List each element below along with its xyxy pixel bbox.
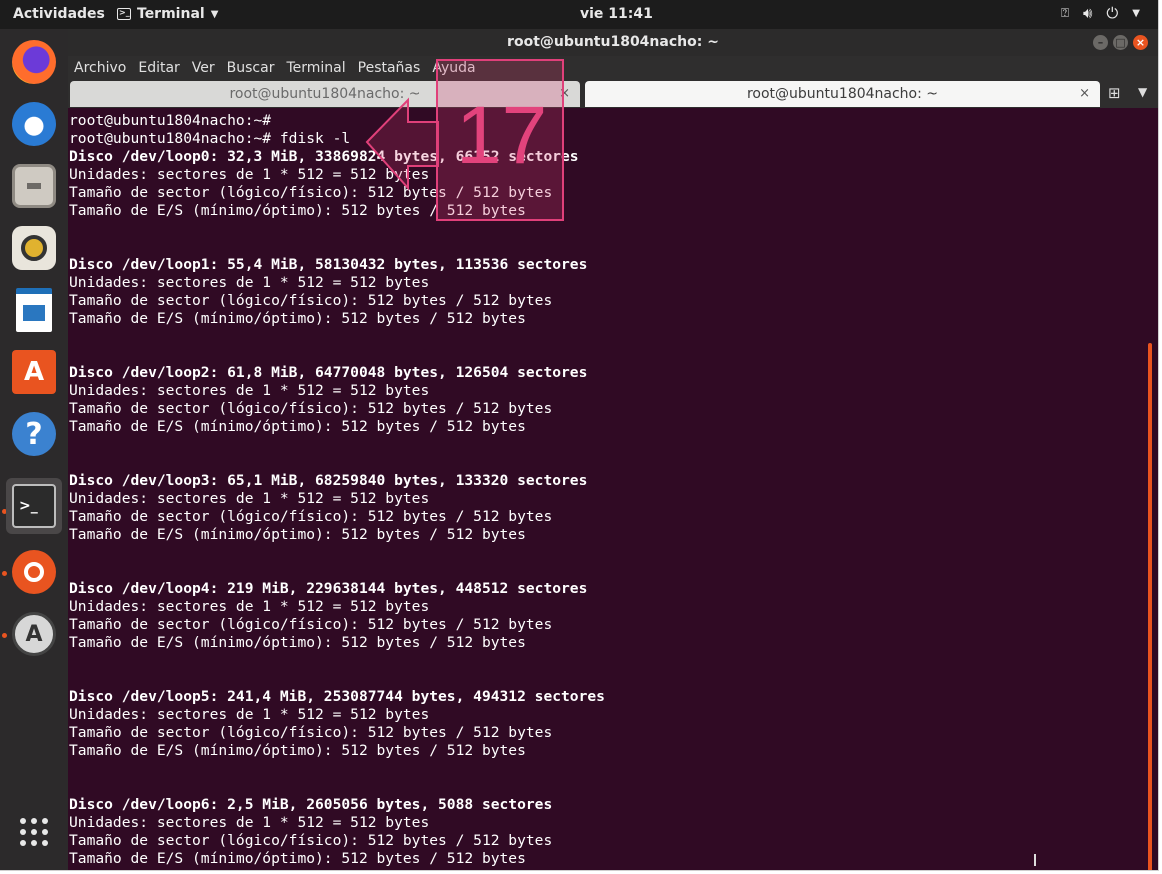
dock-writer[interactable] [6,282,62,338]
terminal-line: Disco /dev/loop1: 55,4 MiB, 58130432 byt… [69,256,588,273]
dock-terminal[interactable]: >_ [6,478,62,534]
terminal-window: root@ubuntu1804nacho: ~ – □ × Archivo Ed… [68,29,1158,870]
terminal-line: Disco /dev/loop6: 2,5 MiB, 2605056 bytes… [69,796,553,813]
terminal-line: Unidades: sectores de 1 * 512 = 512 byte… [69,274,430,291]
terminal-line: Tamaño de E/S (mínimo/óptimo): 512 bytes… [69,418,526,435]
terminal-output-area[interactable]: root@ubuntu1804nacho:~# root@ubuntu1804na… [68,108,1158,870]
terminal-line: Tamaño de E/S (mínimo/óptimo): 512 bytes… [69,634,526,651]
menu-pestanas[interactable]: Pestañas [352,56,427,80]
terminal-text: root@ubuntu1804nacho:~# root@ubuntu1804na… [69,112,605,868]
close-tab-icon[interactable]: × [1079,81,1090,107]
step-number: 17 [456,90,548,181]
terminal-line: Tamaño de E/S (mínimo/óptimo): 512 bytes… [69,310,526,327]
terminal-line: Disco /dev/loop2: 61,8 MiB, 64770048 byt… [69,364,588,381]
terminal-line: Tamaño de sector (lógico/físico): 512 by… [69,400,553,417]
menu-editar[interactable]: Editar [132,56,185,80]
menu-bar: Archivo Editar Ver Buscar Terminal Pesta… [68,56,1158,80]
terminal-line: Tamaño de E/S (mínimo/óptimo): 512 bytes… [69,526,526,543]
terminal-line: Disco /dev/loop4: 219 MiB, 229638144 byt… [69,580,588,597]
chevron-down-icon: ▼ [210,8,219,20]
terminal-line: Unidades: sectores de 1 * 512 = 512 byte… [69,490,430,507]
help-icon: ? [12,412,56,456]
thunderbird-icon [12,102,56,146]
clock[interactable]: vie 11:41 [580,6,653,22]
volume-icon[interactable]: 🔊︎ [1083,4,1092,22]
top-bar: Actividades >_ Terminal ▼ vie 11:41 ⍰ 🔊︎… [0,0,1158,29]
firefox-icon [12,40,56,84]
tab-menu-chevron-icon[interactable]: ▼ [1138,85,1147,99]
dock-updater[interactable]: A [6,606,62,662]
menu-buscar[interactable]: Buscar [221,56,281,80]
step-annotation: 17 [436,59,564,221]
terminal-line: Tamaño de sector (lógico/físico): 512 by… [69,724,553,741]
app-menu[interactable]: >_ Terminal ▼ [117,6,218,22]
terminal-small-icon: >_ [117,8,131,20]
terminal-line: Tamaño de sector (lógico/físico): 512 by… [69,508,553,525]
tab-2[interactable]: root@ubuntu1804nacho: ~ × [585,81,1100,107]
terminal-line: Tamaño de sector (lógico/físico): 512 by… [69,616,553,633]
terminal-line: Unidades: sectores de 1 * 512 = 512 byte… [69,814,430,831]
annotation-arrow-icon [365,97,439,191]
system-tray[interactable]: ⍰ 🔊︎ ⏻ ▼ [1061,4,1140,22]
terminal-line: Tamaño de sector (lógico/físico): 512 by… [69,832,553,849]
show-apps-icon [20,818,48,846]
app-menu-label: Terminal [137,6,205,22]
dock-rhythmbox[interactable] [6,220,62,276]
tab-label: root@ubuntu1804nacho: ~ [746,86,939,102]
new-tab-icon[interactable]: ⊞ [1108,84,1121,102]
chevron-down-icon[interactable]: ▼ [1132,8,1140,19]
dock-firefox[interactable] [6,34,62,90]
libreoffice-writer-icon [16,288,52,332]
dock-software[interactable]: A [6,344,62,400]
tab-bar: root@ubuntu1804nacho: ~ × root@ubuntu180… [68,80,1158,108]
menu-archivo[interactable]: Archivo [68,56,132,80]
rhythmbox-icon [12,226,56,270]
ubuntu-icon [12,550,56,594]
terminal-line: Unidades: sectores de 1 * 512 = 512 byte… [69,598,430,615]
scrollbar[interactable] [1148,343,1152,870]
terminal-line: Unidades: sectores de 1 * 512 = 512 byte… [69,706,430,723]
menu-ver[interactable]: Ver [186,56,221,80]
network-icon[interactable]: ⍰ [1061,6,1069,21]
terminal-line: Tamaño de sector (lógico/físico): 512 by… [69,292,553,309]
terminal-icon: >_ [12,484,56,528]
files-icon [12,164,56,208]
software-updater-icon: A [12,612,56,656]
dock-ubuntu[interactable] [6,544,62,600]
maximize-button[interactable]: □ [1113,35,1128,50]
activities-button[interactable]: Actividades [13,6,105,22]
terminal-line: Tamaño de E/S (mínimo/óptimo): 512 bytes… [69,850,526,867]
terminal-line: Tamaño de E/S (mínimo/óptimo): 512 bytes… [69,742,526,759]
minimize-button[interactable]: – [1093,35,1108,50]
dock-show-apps[interactable] [6,804,62,860]
power-icon[interactable]: ⏻ [1106,4,1118,22]
terminal-line: Disco /dev/loop3: 65,1 MiB, 68259840 byt… [69,472,588,489]
dock: A ? >_ A [0,29,68,870]
close-button[interactable]: × [1133,35,1148,50]
terminal-line: Disco /dev/loop5: 241,4 MiB, 253087744 b… [69,688,605,705]
screen: Actividades >_ Terminal ▼ vie 11:41 ⍰ 🔊︎… [0,0,1159,871]
menu-terminal[interactable]: Terminal [280,56,351,80]
dock-help[interactable]: ? [6,406,62,462]
dock-files[interactable] [6,158,62,214]
terminal-line: Unidades: sectores de 1 * 512 = 512 byte… [69,382,430,399]
text-cursor-icon [1034,854,1036,866]
software-center-icon: A [12,350,56,394]
dock-thunderbird[interactable] [6,96,62,152]
window-title[interactable]: root@ubuntu1804nacho: ~ [68,29,1158,56]
